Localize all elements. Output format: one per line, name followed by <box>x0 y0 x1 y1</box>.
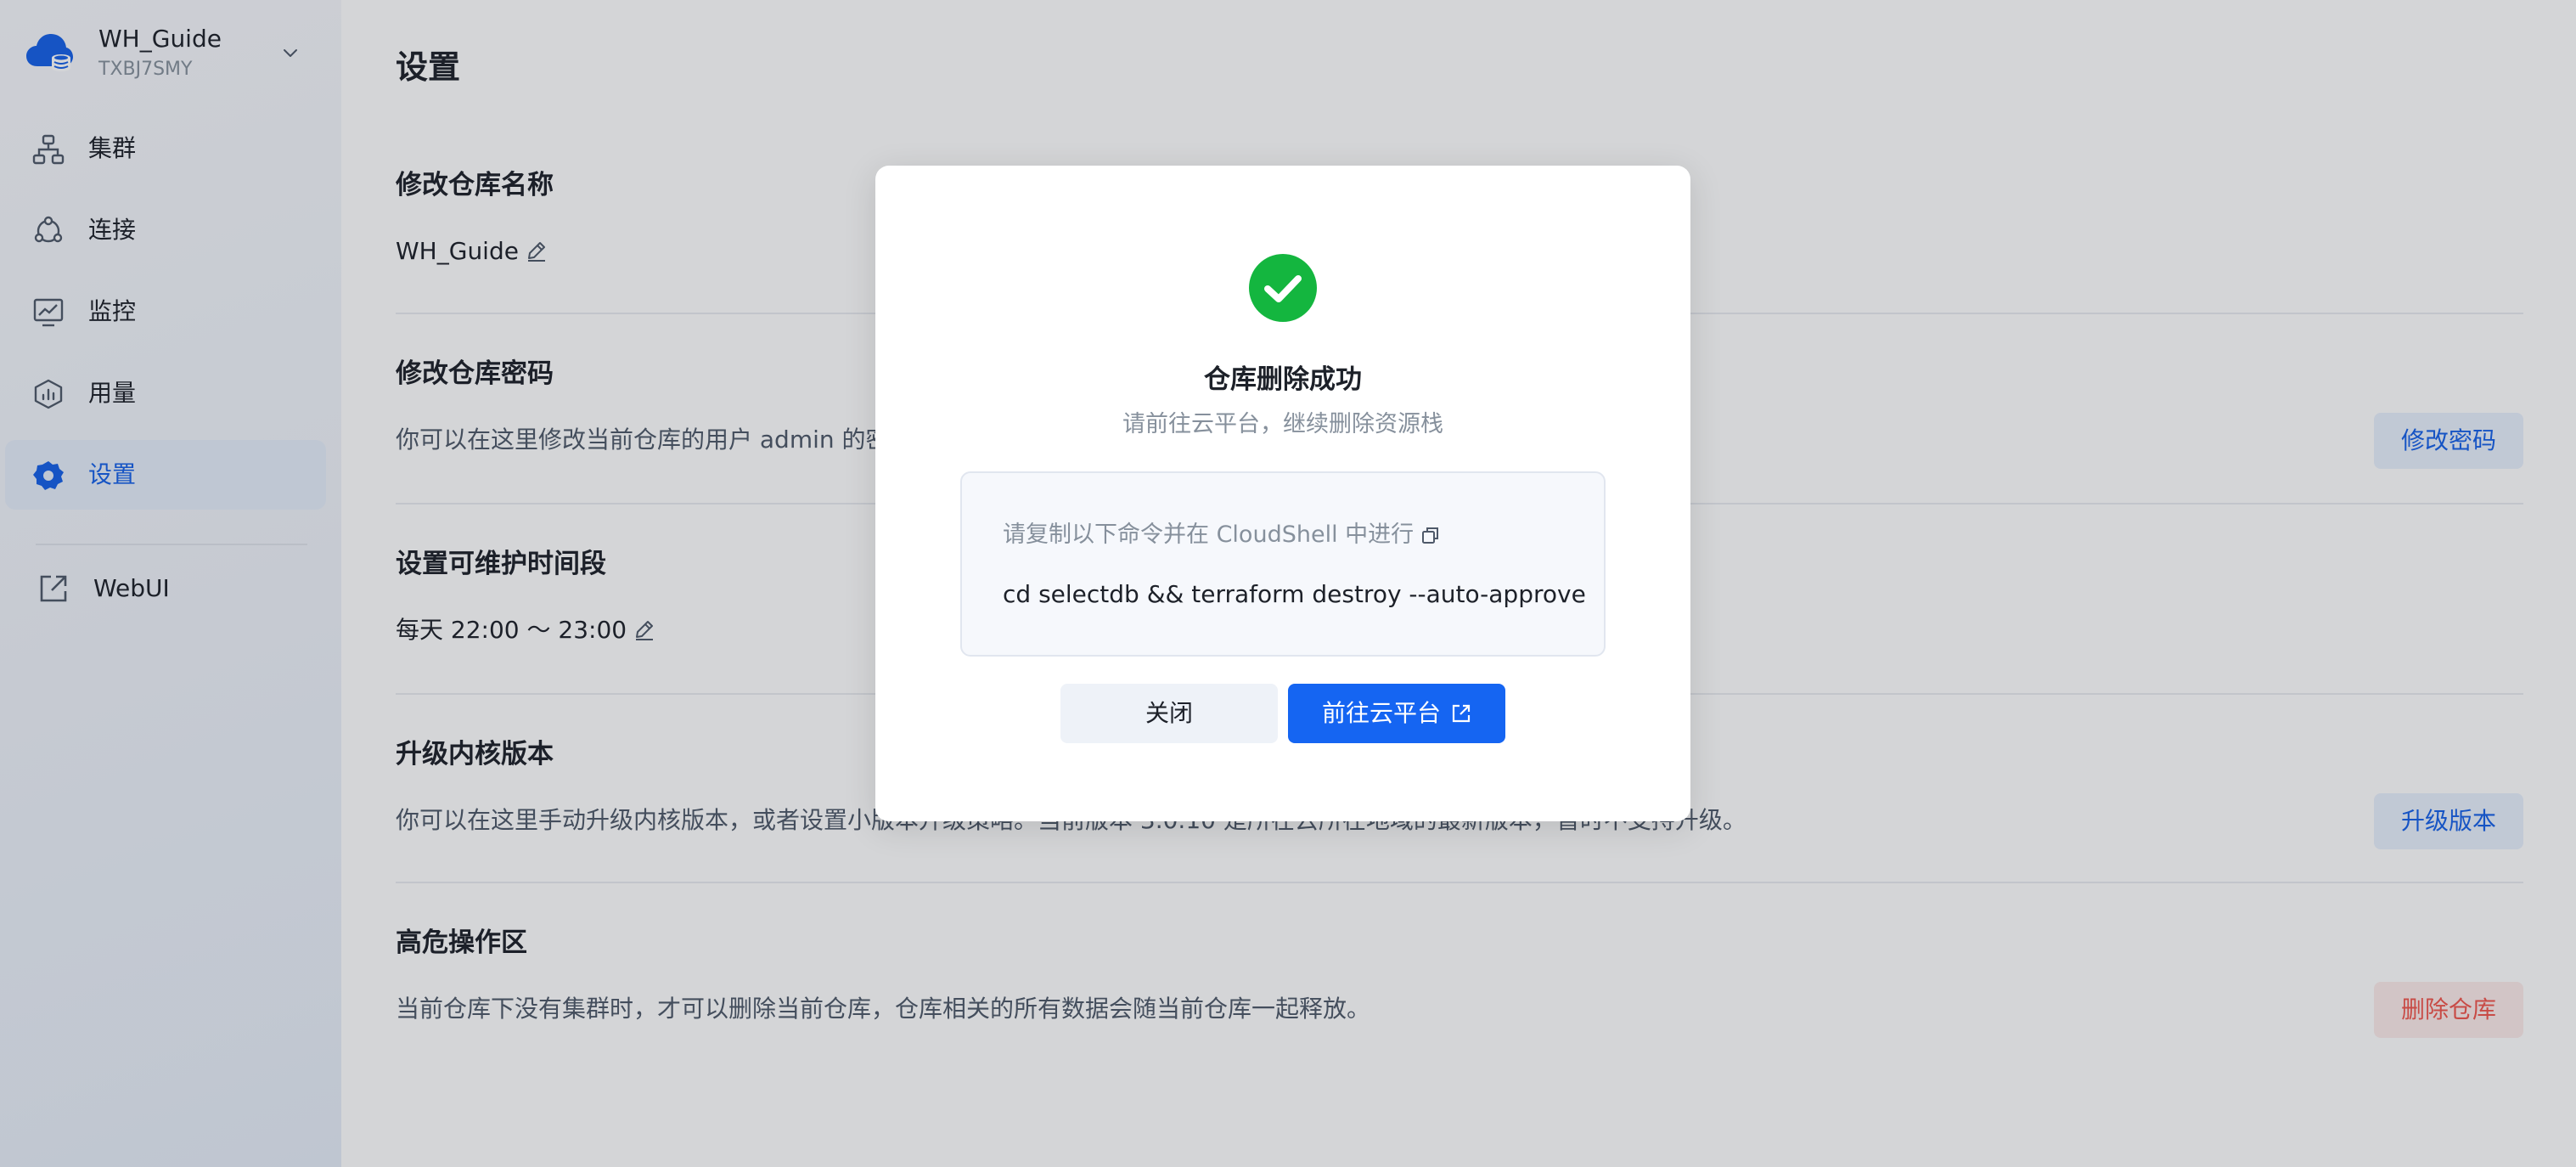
command-hint: 请复制以下命令并在 CloudShell 中进行 <box>1003 516 1441 549</box>
command-box: 请复制以下命令并在 CloudShell 中进行 cd selectdb && … <box>960 471 1606 657</box>
go-to-cloud-button[interactable]: 前往云平台 <box>1288 684 1505 743</box>
dialog-subtitle: 请前往云平台，继续删除资源栈 <box>1122 411 1443 437</box>
external-link-icon <box>1452 704 1471 723</box>
close-button[interactable]: 关闭 <box>1060 684 1278 743</box>
dialog-title: 仓库删除成功 <box>1204 364 1362 395</box>
go-to-cloud-label: 前往云平台 <box>1321 699 1441 727</box>
success-check-icon <box>1249 254 1317 322</box>
copy-icon[interactable] <box>1420 525 1441 545</box>
command-text[interactable]: cd selectdb && terraform destroy --auto-… <box>1003 580 1586 608</box>
command-hint-text: 请复制以下命令并在 CloudShell 中进行 <box>1003 521 1415 548</box>
delete-success-dialog: 仓库删除成功 请前往云平台，继续删除资源栈 请复制以下命令并在 CloudShe… <box>875 166 1690 821</box>
app-root: WH_Guide TXBJ7SMY 集群 连接 监控 用量 设置 WebUI 设… <box>0 0 2576 1167</box>
